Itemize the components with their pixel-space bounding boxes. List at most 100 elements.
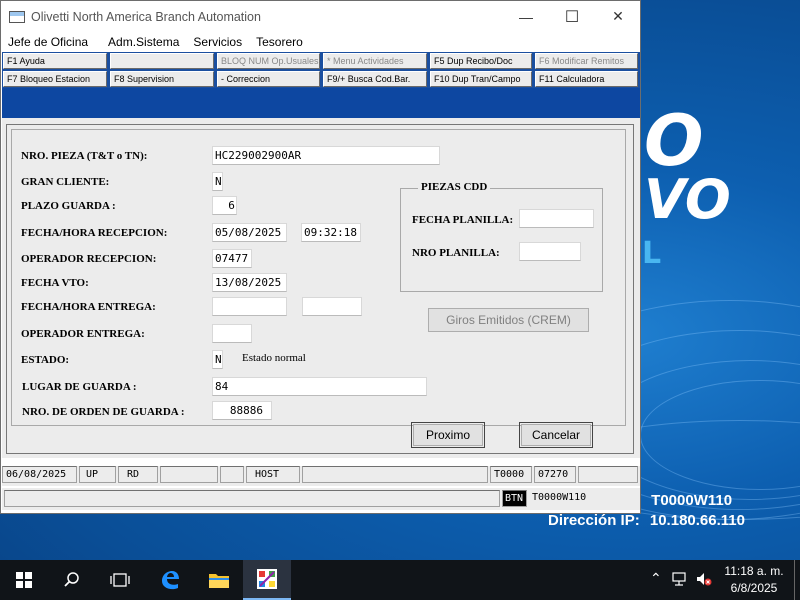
edge-icon [162,571,179,590]
nro-planilla-field[interactable] [519,242,581,261]
menu-jefe-de-oficina[interactable]: Jefe de Oficina [1,35,95,49]
windows-icon [16,572,32,588]
host-value: T0000W110 [651,492,733,509]
tray-chevron-icon[interactable]: ⌃ [650,570,662,587]
fecha-recepcion-field[interactable]: 05/08/2025 [212,223,287,242]
estado-description: Estado normal [242,352,306,364]
fkey-f7-bloqueo[interactable]: F7 Bloqueo Estacion [3,71,107,87]
brand-text-line2: VO [644,168,731,231]
status-blank-1 [160,466,218,483]
gran-cliente-label: GRAN CLIENTE: [21,176,110,188]
fkey-f6-modificar-remitos[interactable]: F6 Modificar Remitos [535,53,638,69]
ip-info: Dirección IP: 10.180.66.110 [548,512,745,529]
ip-value: 10.180.66.110 [649,512,745,529]
app-icon [9,10,25,23]
operador-recepcion-label: OPERADOR RECEPCION: [21,253,157,265]
network-icon[interactable] [672,571,690,590]
status-blank-4 [578,466,638,483]
fkey-f11-calculadora[interactable]: F11 Calculadora [535,71,638,87]
nro-planilla-label: NRO PLANILLA: [412,247,500,259]
fecha-vto-label: FECHA VTO: [21,277,89,289]
status-blank-2 [220,466,244,483]
close-button[interactable]: ✕ [595,1,641,32]
operador-entrega-field[interactable] [212,324,252,343]
fkey-f5-dup-recibo[interactable]: F5 Dup Recibo/Doc [430,53,532,69]
fkey-f8-supervision[interactable]: F8 Supervision [110,71,214,87]
cancelar-button[interactable]: Cancelar [521,424,591,446]
lugar-guarda-label: LUGAR DE GUARDA : [22,381,137,393]
nro-pieza-field[interactable]: HC229002900AR [212,146,440,165]
function-key-bar: F1 Ayuda BLOQ NUM Op.Usuales * Menu Acti… [2,52,640,88]
folder-icon [209,574,229,588]
status-btn-indicator: BTN [502,490,527,507]
fkey-bloq-num[interactable]: BLOQ NUM Op.Usuales [217,53,320,69]
title-bar[interactable]: Olivetti North America Branch Automation… [1,1,640,32]
task-view-button[interactable] [96,560,144,600]
proximo-button-frame: Proximo [411,422,485,448]
maximize-button[interactable]: ☐ [549,1,595,32]
brand-text-line3: L [642,236,662,271]
window-title: Olivetti North America Branch Automation [31,9,261,24]
edge-button[interactable] [146,560,194,600]
fkey-f10-dup-tran[interactable]: F10 Dup Tran/Campo [430,71,532,87]
fecha-planilla-field[interactable] [519,209,594,228]
operador-recepcion-field[interactable]: 07477 [212,249,252,268]
gran-cliente-field[interactable]: N [212,172,223,191]
estado-label: ESTADO: [21,354,70,366]
fecha-planilla-label: FECHA PLANILLA: [412,214,514,226]
fecha-entrega-field[interactable] [212,297,287,316]
clock[interactable]: 11:18 a. m. 6/8/2025 [722,563,786,597]
status-date: 06/08/2025 [2,466,77,483]
clock-time: 11:18 a. m. [724,564,784,578]
giros-emitidos-button[interactable]: Giros Emitidos (CREM) [428,308,589,332]
cancelar-button-frame: Cancelar [519,422,593,448]
start-button[interactable] [0,560,48,600]
status-blank-3 [302,466,488,483]
status-bar-secondary: BTN T0000W110 [2,488,640,510]
fecha-entrega-label: FECHA/HORA ENTREGA: [21,301,156,313]
nro-orden-label: NRO. DE ORDEN DE GUARDA : [22,406,185,418]
nro-orden-field[interactable]: 88886 [212,401,272,420]
hora-entrega-field[interactable] [302,297,362,316]
estado-field[interactable]: N [212,350,223,369]
lugar-guarda-field[interactable]: 84 [212,377,427,396]
form-area: NRO. PIEZA (T&T o TN): HC229002900AR GRA… [2,118,640,458]
status-terminal: T0000 [490,466,532,483]
status-message [4,490,500,507]
fkey-f9-busca-cod-bar[interactable]: F9/+ Busca Cod.Bar. [323,71,427,87]
status-bar: 06/08/2025 UP RD HOST T0000 07270 [2,466,640,486]
volume-muted-icon[interactable] [696,571,712,590]
menu-bar: Jefe de Oficina Adm.Sistema Servicios Te… [1,32,640,52]
nro-pieza-label: NRO. PIEZA (T&T o TN): [21,150,148,162]
menu-servicios[interactable]: Servicios [186,35,249,49]
status-code: 07270 [534,466,576,483]
fkey-empty[interactable] [110,53,214,69]
fkey-f1-ayuda[interactable]: F1 Ayuda [3,53,107,69]
branch-app-icon [257,569,277,589]
branch-app-button[interactable] [243,560,291,600]
search-button[interactable] [48,560,96,600]
task-view-icon [110,573,130,587]
hora-recepcion-field[interactable]: 09:32:18 [301,223,361,242]
file-explorer-button[interactable] [195,560,243,600]
menu-adm-sistema[interactable]: Adm.Sistema [101,35,186,49]
search-icon [64,572,79,587]
menu-tesorero[interactable]: Tesorero [249,35,310,49]
fkey-menu-actividades[interactable]: * Menu Actividades [323,53,427,69]
show-desktop-button[interactable] [794,560,800,600]
plazo-guarda-label: PLAZO GUARDA : [21,200,116,212]
ip-label: Dirección IP: [548,512,640,529]
status-rd: RD [118,466,158,483]
proximo-button[interactable]: Proximo [413,424,483,446]
form-inner-frame: NRO. PIEZA (T&T o TN): HC229002900AR GRA… [11,129,626,426]
fkey-correccion[interactable]: - Correccion [217,71,320,87]
plazo-guarda-field[interactable]: 6 [212,196,237,215]
status-up: UP [79,466,116,483]
form-panel: NRO. PIEZA (T&T o TN): HC229002900AR GRA… [6,124,634,454]
blue-header-strip [2,88,640,118]
minimize-button[interactable]: — [503,1,549,32]
fecha-vto-field[interactable]: 13/08/2025 [212,273,287,292]
piezas-cdd-title: PIEZAS CDD [418,181,491,193]
piezas-cdd-group: PIEZAS CDD FECHA PLANILLA: NRO PLANILLA: [400,181,603,292]
taskbar: ⌃ 11:18 a. m. 6/8/2025 [0,560,800,600]
